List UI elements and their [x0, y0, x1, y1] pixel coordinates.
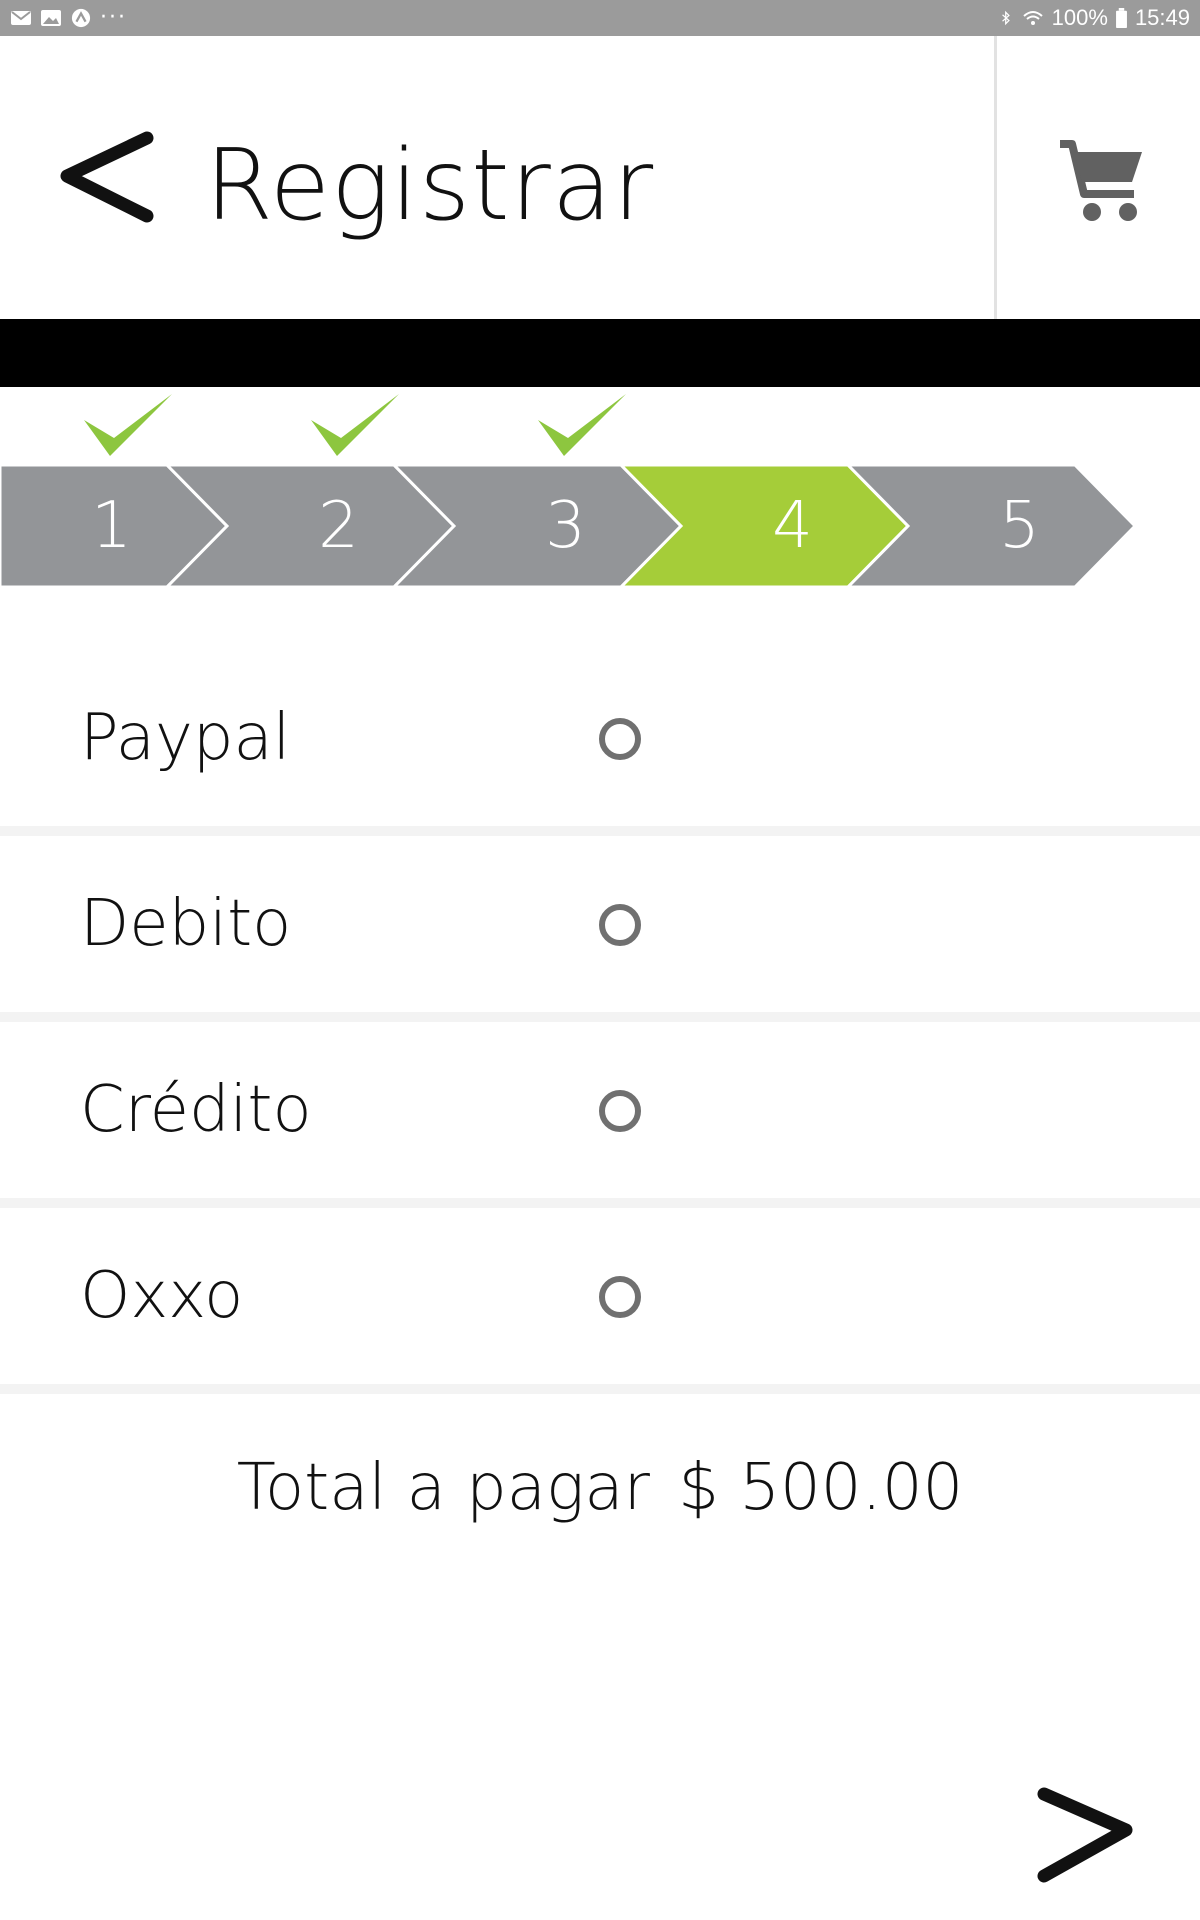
payment-option-debito[interactable]: Debito: [0, 836, 1200, 1012]
payment-option-label: Crédito: [80, 1073, 312, 1147]
radio-button[interactable]: [599, 718, 641, 760]
page-title: Registrar: [205, 129, 655, 243]
step-1-label: 1: [91, 489, 132, 563]
payment-option-paypal[interactable]: Paypal: [0, 650, 1200, 826]
wifi-icon: [1022, 11, 1043, 25]
total-amount: $ 500.00: [678, 1451, 964, 1525]
radio-button[interactable]: [599, 1090, 641, 1132]
divider: [0, 1384, 1200, 1394]
bluetooth-icon: [1001, 10, 1010, 26]
step-3-label: 3: [545, 489, 586, 563]
step-4-label: 4: [772, 489, 813, 563]
header-divider: [994, 36, 997, 319]
check-icon: [310, 394, 399, 456]
payment-option-label: Debito: [80, 887, 292, 961]
payment-method-list: Paypal Debito Crédito Oxxo: [0, 650, 1200, 1394]
step-2-label: 2: [318, 489, 359, 563]
cart-button[interactable]: [1052, 132, 1150, 228]
status-right: 100% 15:49: [1000, 0, 1190, 36]
battery-icon: [1115, 8, 1127, 28]
chevron-left-icon: [60, 131, 154, 223]
divider: [0, 826, 1200, 836]
divider: [0, 1012, 1200, 1022]
payment-option-label: Paypal: [80, 701, 291, 775]
radio-button[interactable]: [599, 904, 641, 946]
status-time: 15:49: [1134, 5, 1190, 30]
app-header: Registrar: [0, 36, 1200, 319]
check-icon: [537, 394, 626, 456]
status-left: ···: [10, 6, 127, 30]
total-label: Total a pagar: [236, 1451, 650, 1525]
payment-option-oxxo[interactable]: Oxxo: [0, 1208, 1200, 1384]
app-icon: [71, 8, 91, 28]
chevron-right-icon: [1037, 1787, 1133, 1883]
check-icon: [83, 394, 172, 456]
gallery-icon: [41, 10, 61, 26]
shopping-cart-icon: [1060, 140, 1142, 221]
header-black-bar: [0, 319, 1200, 387]
divider: [0, 1198, 1200, 1208]
step-5-label: 5: [999, 489, 1040, 563]
payment-option-credito[interactable]: Crédito: [0, 1022, 1200, 1198]
checkout-stepper: 1 2 3 4 5: [0, 390, 1200, 590]
radio-button[interactable]: [599, 1276, 641, 1318]
next-button[interactable]: [1028, 1780, 1140, 1892]
status-bar: ··· 100% 15:49: [0, 0, 1200, 36]
payment-option-label: Oxxo: [80, 1259, 244, 1333]
back-button[interactable]: [55, 124, 165, 254]
more-dots-icon: ···: [100, 5, 127, 30]
total-to-pay: Total a pagar $ 500.00: [0, 1448, 1200, 1528]
battery-percent: 100%: [1051, 5, 1108, 30]
gmail-icon: [11, 11, 31, 25]
